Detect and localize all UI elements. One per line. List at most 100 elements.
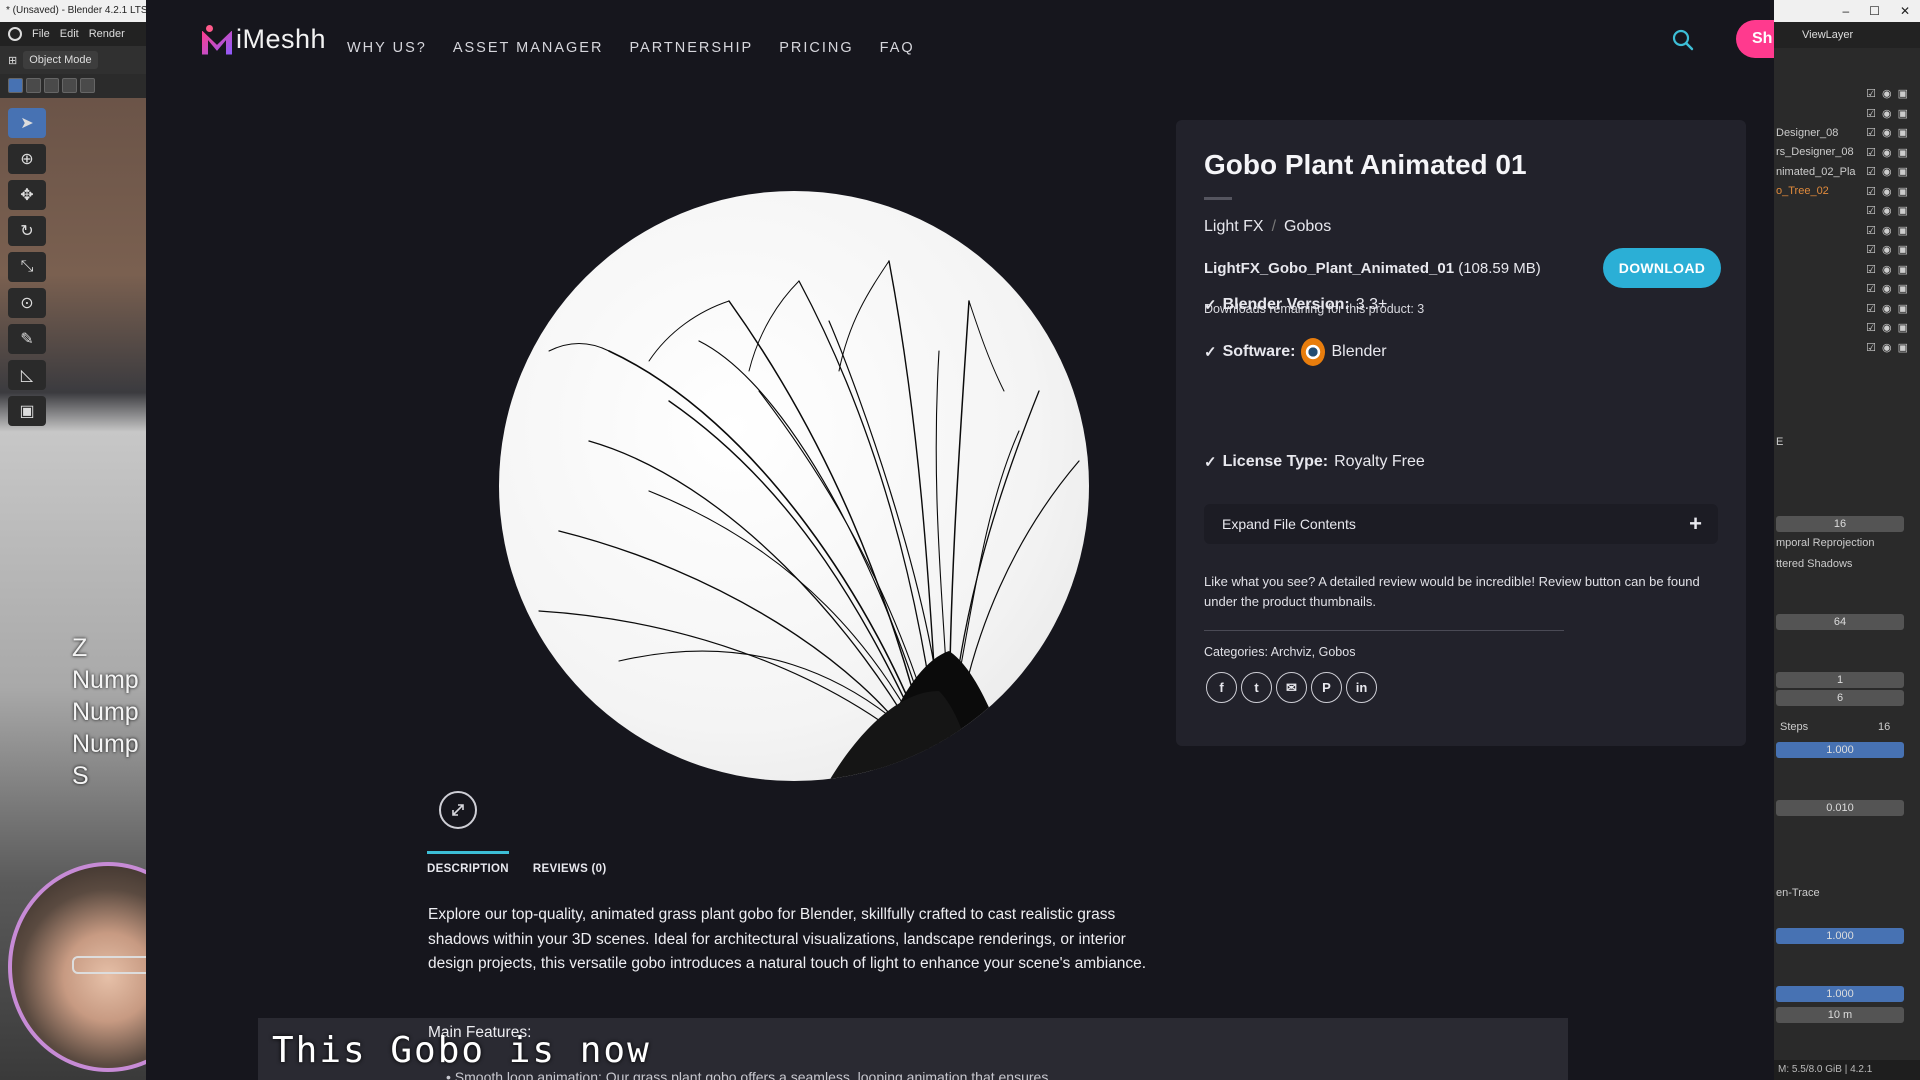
render-engine[interactable]: E [1776, 436, 1783, 448]
outliner-row[interactable]: ☑ ◉ ▣ [1774, 104, 1920, 124]
menu-render[interactable]: Render [89, 28, 125, 40]
eye-icon[interactable]: ◉ [1882, 282, 1892, 295]
annotate-tool-icon[interactable]: ✎ [8, 324, 46, 354]
camera-icon[interactable]: ▣ [1898, 185, 1908, 198]
tab-description[interactable]: DESCRIPTION [427, 851, 509, 875]
nav-partnership[interactable]: PARTNERSHIP [629, 40, 753, 56]
eye-icon[interactable]: ◉ [1882, 185, 1892, 198]
checkbox-icon[interactable]: ☑ [1866, 107, 1876, 120]
facebook-icon[interactable]: f [1206, 672, 1237, 703]
outliner-row[interactable]: ☑ ◉ ▣ [1774, 240, 1920, 260]
outliner-row[interactable]: ☑ ◉ ▣ [1774, 84, 1920, 104]
measure-tool-icon[interactable]: ◺ [8, 360, 46, 390]
field-4[interactable]: 0.010 [1776, 800, 1904, 816]
close-icon[interactable]: ✕ [1900, 0, 1910, 22]
outliner-row[interactable]: ☑ ◉ ▣ [1774, 201, 1920, 221]
view-layer-name[interactable]: ViewLayer [1802, 29, 1853, 41]
checkbox-icon[interactable]: ☑ [1866, 243, 1876, 256]
outliner-row[interactable]: nimated_02_Pla ☑ ◉ ▣ [1774, 162, 1920, 182]
outliner-row[interactable]: Designer_08 ☑ ◉ ▣ [1774, 123, 1920, 143]
linkedin-icon[interactable]: in [1346, 672, 1377, 703]
checkbox-icon[interactable]: ☑ [1866, 126, 1876, 139]
eye-icon[interactable]: ◉ [1882, 87, 1892, 100]
camera-icon[interactable]: ▣ [1898, 126, 1908, 139]
select-extend-button[interactable] [26, 78, 41, 93]
rotate-tool-icon[interactable]: ↻ [8, 216, 46, 246]
eye-icon[interactable]: ◉ [1882, 243, 1892, 256]
select-tool-icon[interactable]: ➤ [8, 108, 46, 138]
camera-icon[interactable]: ▣ [1898, 321, 1908, 334]
field-7[interactable]: 10 m [1776, 1007, 1904, 1023]
object-mode-dropdown[interactable]: Object Mode [23, 51, 98, 69]
eye-icon[interactable]: ◉ [1882, 341, 1892, 354]
resolution-field[interactable]: 64 [1776, 614, 1904, 630]
method-dropdown[interactable]: en-Trace [1776, 887, 1820, 899]
checkbox-icon[interactable]: ☑ [1866, 263, 1876, 276]
eye-icon[interactable]: ◉ [1882, 126, 1892, 139]
camera-icon[interactable]: ▣ [1898, 224, 1908, 237]
editor-type-icon[interactable]: ⊞ [8, 54, 17, 67]
camera-icon[interactable]: ▣ [1898, 107, 1908, 120]
download-button[interactable]: DOWNLOAD [1603, 248, 1721, 288]
field-6[interactable]: 1.000 [1776, 986, 1904, 1002]
checkbox-icon[interactable]: ☑ [1866, 146, 1876, 159]
pinterest-icon[interactable]: P [1311, 672, 1342, 703]
camera-icon[interactable]: ▣ [1898, 243, 1908, 256]
field-5[interactable]: 1.000 [1776, 928, 1904, 944]
nav-why-us[interactable]: WHY US? [347, 40, 427, 56]
eye-icon[interactable]: ◉ [1882, 321, 1892, 334]
transform-tool-icon[interactable]: ⊙ [8, 288, 46, 318]
nav-pricing[interactable]: PRICING [779, 40, 853, 56]
scale-tool-icon[interactable]: ⤡ [8, 252, 46, 282]
eye-icon[interactable]: ◉ [1882, 224, 1892, 237]
outliner-row[interactable]: ☑ ◉ ▣ [1774, 338, 1920, 358]
breadcrumb-light-fx[interactable]: Light FX [1204, 218, 1264, 236]
select-intersect-button[interactable] [80, 78, 95, 93]
nav-asset-manager[interactable]: ASSET MANAGER [453, 40, 604, 56]
checkbox-icon[interactable]: ☑ [1866, 87, 1876, 100]
checkbox-icon[interactable]: ☑ [1866, 204, 1876, 217]
select-invert-button[interactable] [62, 78, 77, 93]
eye-icon[interactable]: ◉ [1882, 146, 1892, 159]
checkbox-icon[interactable]: ☑ [1866, 224, 1876, 237]
tab-reviews[interactable]: REVIEWS (0) [533, 851, 607, 875]
menu-edit[interactable]: Edit [60, 28, 79, 40]
camera-icon[interactable]: ▣ [1898, 341, 1908, 354]
camera-icon[interactable]: ▣ [1898, 282, 1908, 295]
eye-icon[interactable]: ◉ [1882, 165, 1892, 178]
camera-icon[interactable]: ▣ [1898, 146, 1908, 159]
temporal-reprojection[interactable]: mporal Reprojection [1776, 537, 1874, 549]
outliner-row[interactable]: ☑ ◉ ▣ [1774, 260, 1920, 280]
outliner-row[interactable]: ☑ ◉ ▣ [1774, 279, 1920, 299]
checkbox-icon[interactable]: ☑ [1866, 302, 1876, 315]
select-subtract-button[interactable] [44, 78, 59, 93]
checkbox-icon[interactable]: ☑ [1866, 341, 1876, 354]
select-new-button[interactable] [8, 78, 23, 93]
eye-icon[interactable]: ◉ [1882, 263, 1892, 276]
field-1[interactable]: 1 [1776, 672, 1904, 688]
cursor-tool-icon[interactable]: ⊕ [8, 144, 46, 174]
move-tool-icon[interactable]: ✥ [8, 180, 46, 210]
checkbox-icon[interactable]: ☑ [1866, 282, 1876, 295]
field-3[interactable]: 1.000 [1776, 742, 1904, 758]
outliner-row[interactable]: ☑ ◉ ▣ [1774, 221, 1920, 241]
camera-icon[interactable]: ▣ [1898, 204, 1908, 217]
camera-icon[interactable]: ▣ [1898, 87, 1908, 100]
field-2[interactable]: 6 [1776, 690, 1904, 706]
checkbox-icon[interactable]: ☑ [1866, 165, 1876, 178]
camera-icon[interactable]: ▣ [1898, 263, 1908, 276]
maximize-icon[interactable]: ☐ [1869, 0, 1880, 22]
share-button[interactable]: Sh [1736, 20, 1774, 58]
menu-file[interactable]: File [32, 28, 50, 40]
search-icon[interactable] [1671, 28, 1695, 52]
eye-icon[interactable]: ◉ [1882, 204, 1892, 217]
email-icon[interactable]: ✉ [1276, 672, 1307, 703]
jittered-shadows[interactable]: ttered Shadows [1776, 558, 1852, 570]
checkbox-icon[interactable]: ☑ [1866, 185, 1876, 198]
nav-faq[interactable]: FAQ [880, 40, 915, 56]
eye-icon[interactable]: ◉ [1882, 302, 1892, 315]
breadcrumb-gobos[interactable]: Gobos [1284, 218, 1331, 236]
minimize-icon[interactable]: – [1842, 0, 1849, 22]
product-thumbnail[interactable] [499, 191, 1089, 781]
outliner-row[interactable]: ☑ ◉ ▣ [1774, 299, 1920, 319]
